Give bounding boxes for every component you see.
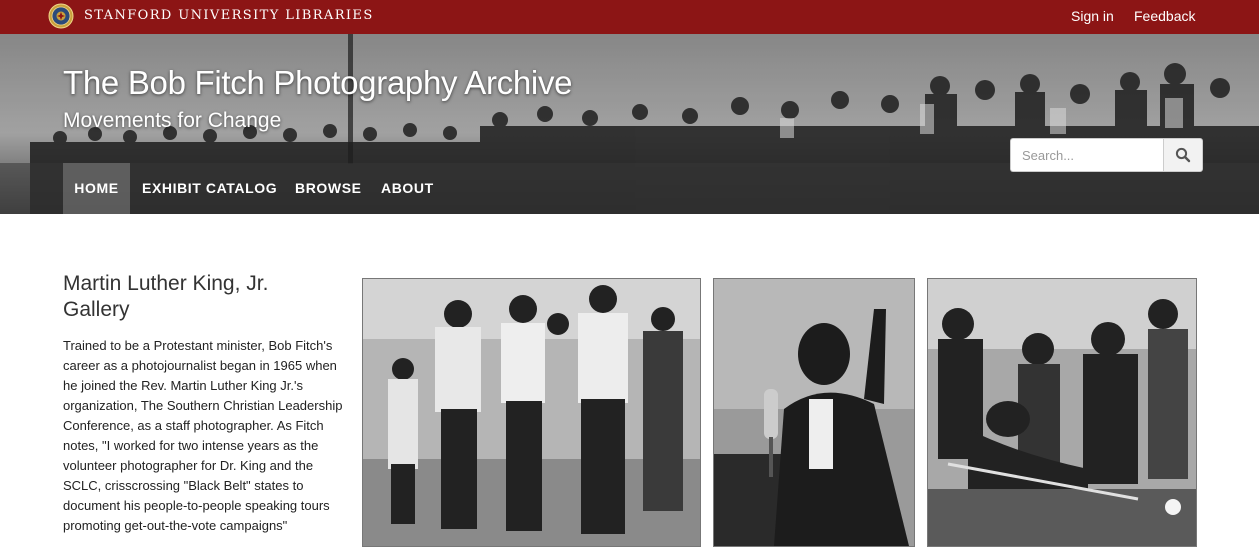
top-bar: STANFORD UNIVERSITY LIBRARIES Sign in Fe… <box>0 0 1259 34</box>
site-title[interactable]: The Bob Fitch Photography Archive <box>63 64 573 102</box>
photo-king-billiards[interactable] <box>927 278 1197 547</box>
photo-march-handshake[interactable] <box>362 278 701 547</box>
nav-browse[interactable]: BROWSE <box>295 163 361 214</box>
stanford-seal-icon[interactable] <box>48 3 74 29</box>
search-input[interactable] <box>1010 138 1164 172</box>
search-icon <box>1175 147 1191 163</box>
nav-exhibit-catalog[interactable]: EXHIBIT CATALOG <box>142 163 277 214</box>
photo-image <box>363 279 700 546</box>
photo-image <box>714 279 914 546</box>
gallery-description: Trained to be a Protestant minister, Bob… <box>63 338 343 533</box>
nav-home[interactable]: HOME <box>63 163 130 214</box>
library-brand[interactable]: STANFORD UNIVERSITY LIBRARIES <box>84 8 374 23</box>
gallery-title: Martin Luther King, Jr. Gallery <box>63 272 269 321</box>
nav-about[interactable]: ABOUT <box>381 163 436 214</box>
photo-king-speaking[interactable] <box>713 278 915 547</box>
sign-in-link[interactable]: Sign in <box>1071 8 1114 24</box>
site-subtitle: Movements for Change <box>63 109 282 132</box>
masthead: The Bob Fitch Photography Archive Moveme… <box>0 34 1259 214</box>
photo-image <box>928 279 1196 546</box>
search-button[interactable] <box>1163 138 1203 172</box>
feedback-link[interactable]: Feedback <box>1134 8 1195 24</box>
